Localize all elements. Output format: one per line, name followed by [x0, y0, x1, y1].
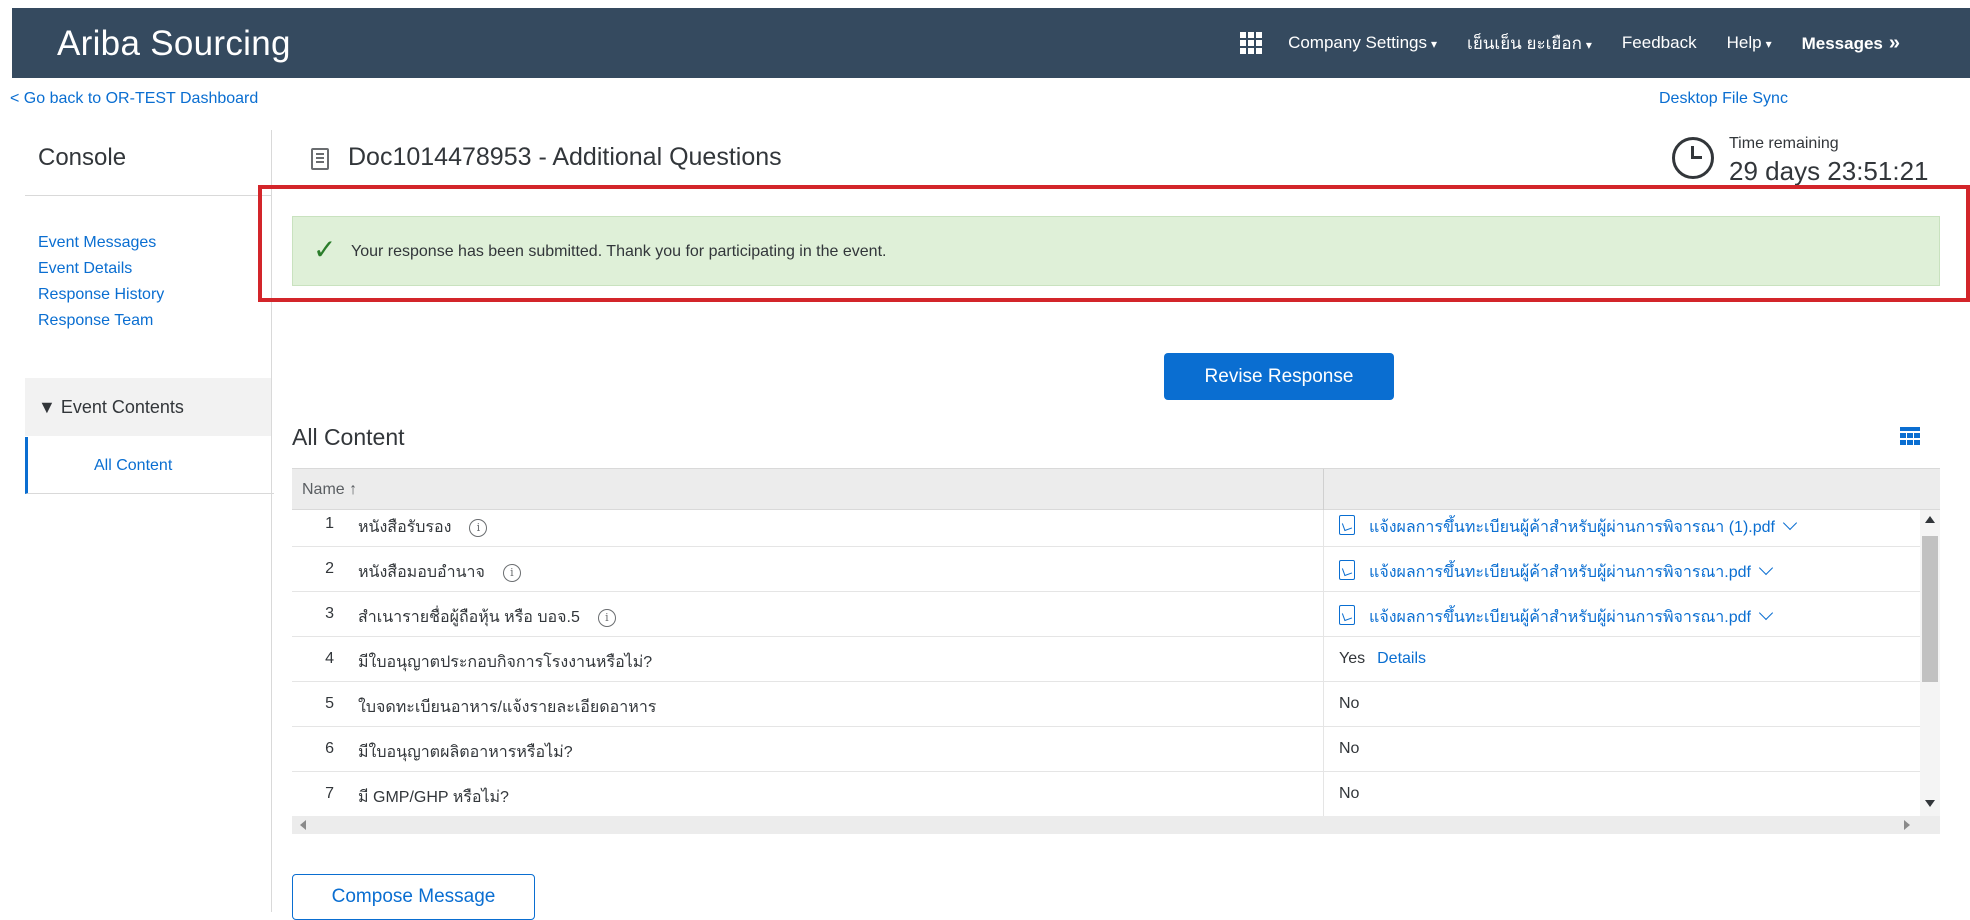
- success-message: ✓ Your response has been submitted. Than…: [292, 216, 1940, 286]
- table-row: 4 มีใบอนุญาตประกอบกิจการโรงงานหรือไม่? Y…: [292, 637, 1920, 682]
- response-team-link[interactable]: Response Team: [38, 312, 153, 329]
- desktop-file-sync-link[interactable]: Desktop File Sync: [1659, 90, 1788, 108]
- sidebar-item-all-content[interactable]: All Content: [25, 437, 274, 494]
- chevron-down-icon[interactable]: [1782, 515, 1798, 531]
- row-number: 6: [325, 740, 334, 757]
- name-column-label: Name: [302, 481, 345, 498]
- event-contents-label: ▼ Event Contents: [38, 397, 184, 417]
- info-icon[interactable]: i: [597, 609, 616, 627]
- response-history-link[interactable]: Response History: [38, 286, 164, 303]
- scroll-thumb[interactable]: [1922, 536, 1938, 682]
- time-remaining-value: 29 days 23:51:21: [1729, 156, 1929, 186]
- double-chevron-right-icon: »: [1888, 31, 1900, 54]
- attachment-cell: แจ้งผลการขึ้นทะเบียนผู้ค้าสำหรับผู้ผ่านก…: [1339, 515, 1798, 540]
- messages-label: Messages: [1801, 33, 1883, 53]
- table-row: 3 สำเนารายชื่อผู้ถือหุ้น หรือ บอจ.5 i แจ้…: [292, 592, 1920, 637]
- caret-down-icon: ▾: [1765, 37, 1772, 51]
- back-to-dashboard-link[interactable]: < Go back to OR-TEST Dashboard: [10, 90, 258, 108]
- table-row: 5 ใบจดทะเบียนอาหาร/แจ้งรายละเอียดอาหาร N…: [292, 682, 1920, 727]
- row-number: 4: [325, 650, 334, 667]
- table-row: 6 มีใบอนุญาตผลิตอาหารหรือไม่? No: [292, 727, 1920, 772]
- answer-value: Yes: [1339, 650, 1366, 667]
- console-sidebar: Console Event Messages Event Details Res…: [25, 130, 274, 912]
- chevron-down-icon[interactable]: [1758, 560, 1774, 576]
- row-number: 3: [325, 605, 334, 622]
- scroll-down-icon[interactable]: [1925, 800, 1935, 807]
- console-links: Event Messages Event Details Response Hi…: [38, 230, 164, 334]
- row-number: 2: [325, 560, 334, 577]
- event-messages-link[interactable]: Event Messages: [38, 234, 156, 251]
- all-content-title: All Content: [292, 424, 405, 450]
- answer-cell: Yes Details: [1339, 650, 1426, 668]
- success-message-text: Your response has been submitted. Thank …: [351, 243, 887, 260]
- scroll-left-icon[interactable]: [300, 820, 306, 830]
- help-menu[interactable]: Help ▾: [1727, 33, 1772, 53]
- table-options-icon[interactable]: [1900, 427, 1920, 445]
- question-name: หนังสือรับรอง i: [358, 515, 488, 540]
- name-column-header[interactable]: Name ↑: [302, 481, 357, 499]
- scroll-up-icon[interactable]: [1925, 516, 1935, 523]
- sort-ascending-icon: ↑: [349, 481, 358, 498]
- feedback-link[interactable]: Feedback: [1622, 33, 1697, 53]
- horizontal-scrollbar[interactable]: [292, 816, 1940, 834]
- question-name: มี GMP/GHP หรือไม่?: [358, 789, 509, 806]
- question-name: สำเนารายชื่อผู้ถือหุ้น หรือ บอจ.5 i: [358, 605, 616, 630]
- event-contents-section[interactable]: ▼ Event Contents: [25, 378, 271, 436]
- top-bar: Ariba Sourcing Company Settings ▾ เย็นเย็…: [12, 8, 1970, 78]
- brand-logo[interactable]: Ariba Sourcing: [57, 24, 291, 64]
- caret-down-icon: ▾: [1585, 37, 1592, 52]
- checkmark-icon: ✓: [313, 234, 337, 265]
- divider: [25, 195, 271, 196]
- answer-value: No: [1339, 695, 1360, 712]
- document-icon: [311, 148, 329, 170]
- table-header: Name ↑: [292, 468, 1940, 511]
- table-row: 2 หนังสือมอบอำนาจ i แจ้งผลการขึ้นทะเบียนผ…: [292, 547, 1920, 592]
- content-table-body: 1 หนังสือรับรอง i แจ้งผลการขึ้นทะเบียนผู้…: [292, 510, 1920, 816]
- pdf-file-icon: [1339, 605, 1355, 625]
- question-name: หนังสือมอบอำนาจ i: [358, 560, 521, 585]
- user-name-label: เย็นเย็น ยะเยือก: [1467, 33, 1582, 53]
- chevron-down-icon[interactable]: [1758, 605, 1774, 621]
- question-name: มีใบอนุญาตผลิตอาหารหรือไม่?: [358, 744, 573, 761]
- caret-down-icon: ▾: [1430, 37, 1438, 51]
- page-title: Doc1014478953 - Additional Questions: [348, 143, 782, 171]
- info-icon[interactable]: i: [502, 564, 521, 582]
- messages-button[interactable]: Messages»: [1802, 32, 1900, 55]
- company-settings-label: Company Settings: [1288, 33, 1427, 52]
- clock-icon: [1672, 137, 1714, 179]
- row-number: 7: [325, 785, 334, 802]
- table-row: 7 มี GMP/GHP หรือไม่? No: [292, 772, 1920, 816]
- answer-value: No: [1339, 740, 1360, 757]
- user-menu[interactable]: เย็นเย็น ยะเยือก ▾: [1467, 30, 1592, 57]
- row-number: 5: [325, 695, 334, 712]
- details-link[interactable]: Details: [1377, 650, 1426, 667]
- event-details-link[interactable]: Event Details: [38, 260, 132, 277]
- row-number: 1: [325, 515, 334, 532]
- question-name: มีใบอนุญาตประกอบกิจการโรงงานหรือไม่?: [358, 654, 653, 671]
- sidebar-item-label: All Content: [94, 457, 173, 474]
- pdf-file-icon: [1339, 560, 1355, 580]
- attachment-link[interactable]: แจ้งผลการขึ้นทะเบียนผู้ค้าสำหรับผู้ผ่านก…: [1369, 564, 1751, 581]
- scroll-right-icon[interactable]: [1904, 820, 1910, 830]
- app-grid-icon[interactable]: [1240, 32, 1263, 54]
- compose-message-button[interactable]: Compose Message: [292, 874, 535, 920]
- attachment-cell: แจ้งผลการขึ้นทะเบียนผู้ค้าสำหรับผู้ผ่านก…: [1339, 605, 1774, 630]
- table-row: 1 หนังสือรับรอง i แจ้งผลการขึ้นทะเบียนผู้…: [292, 510, 1920, 547]
- info-icon[interactable]: i: [469, 519, 488, 537]
- vertical-scrollbar[interactable]: [1920, 510, 1940, 816]
- top-nav: Company Settings ▾ เย็นเย็น ยะเยือก ▾ Feed…: [1240, 8, 1970, 78]
- time-remaining-label: Time remaining: [1729, 135, 1839, 152]
- attachment-cell: แจ้งผลการขึ้นทะเบียนผู้ค้าสำหรับผู้ผ่านก…: [1339, 560, 1774, 585]
- attachment-link[interactable]: แจ้งผลการขึ้นทะเบียนผู้ค้าสำหรับผู้ผ่านก…: [1369, 519, 1775, 536]
- pdf-file-icon: [1339, 515, 1355, 535]
- question-name: ใบจดทะเบียนอาหาร/แจ้งรายละเอียดอาหาร: [358, 699, 657, 716]
- attachment-link[interactable]: แจ้งผลการขึ้นทะเบียนผู้ค้าสำหรับผู้ผ่านก…: [1369, 609, 1751, 626]
- company-settings-menu[interactable]: Company Settings ▾: [1288, 33, 1437, 53]
- revise-response-button[interactable]: Revise Response: [1164, 353, 1394, 400]
- answer-value: No: [1339, 785, 1360, 802]
- help-label: Help: [1726, 33, 1762, 52]
- console-title: Console: [38, 144, 127, 171]
